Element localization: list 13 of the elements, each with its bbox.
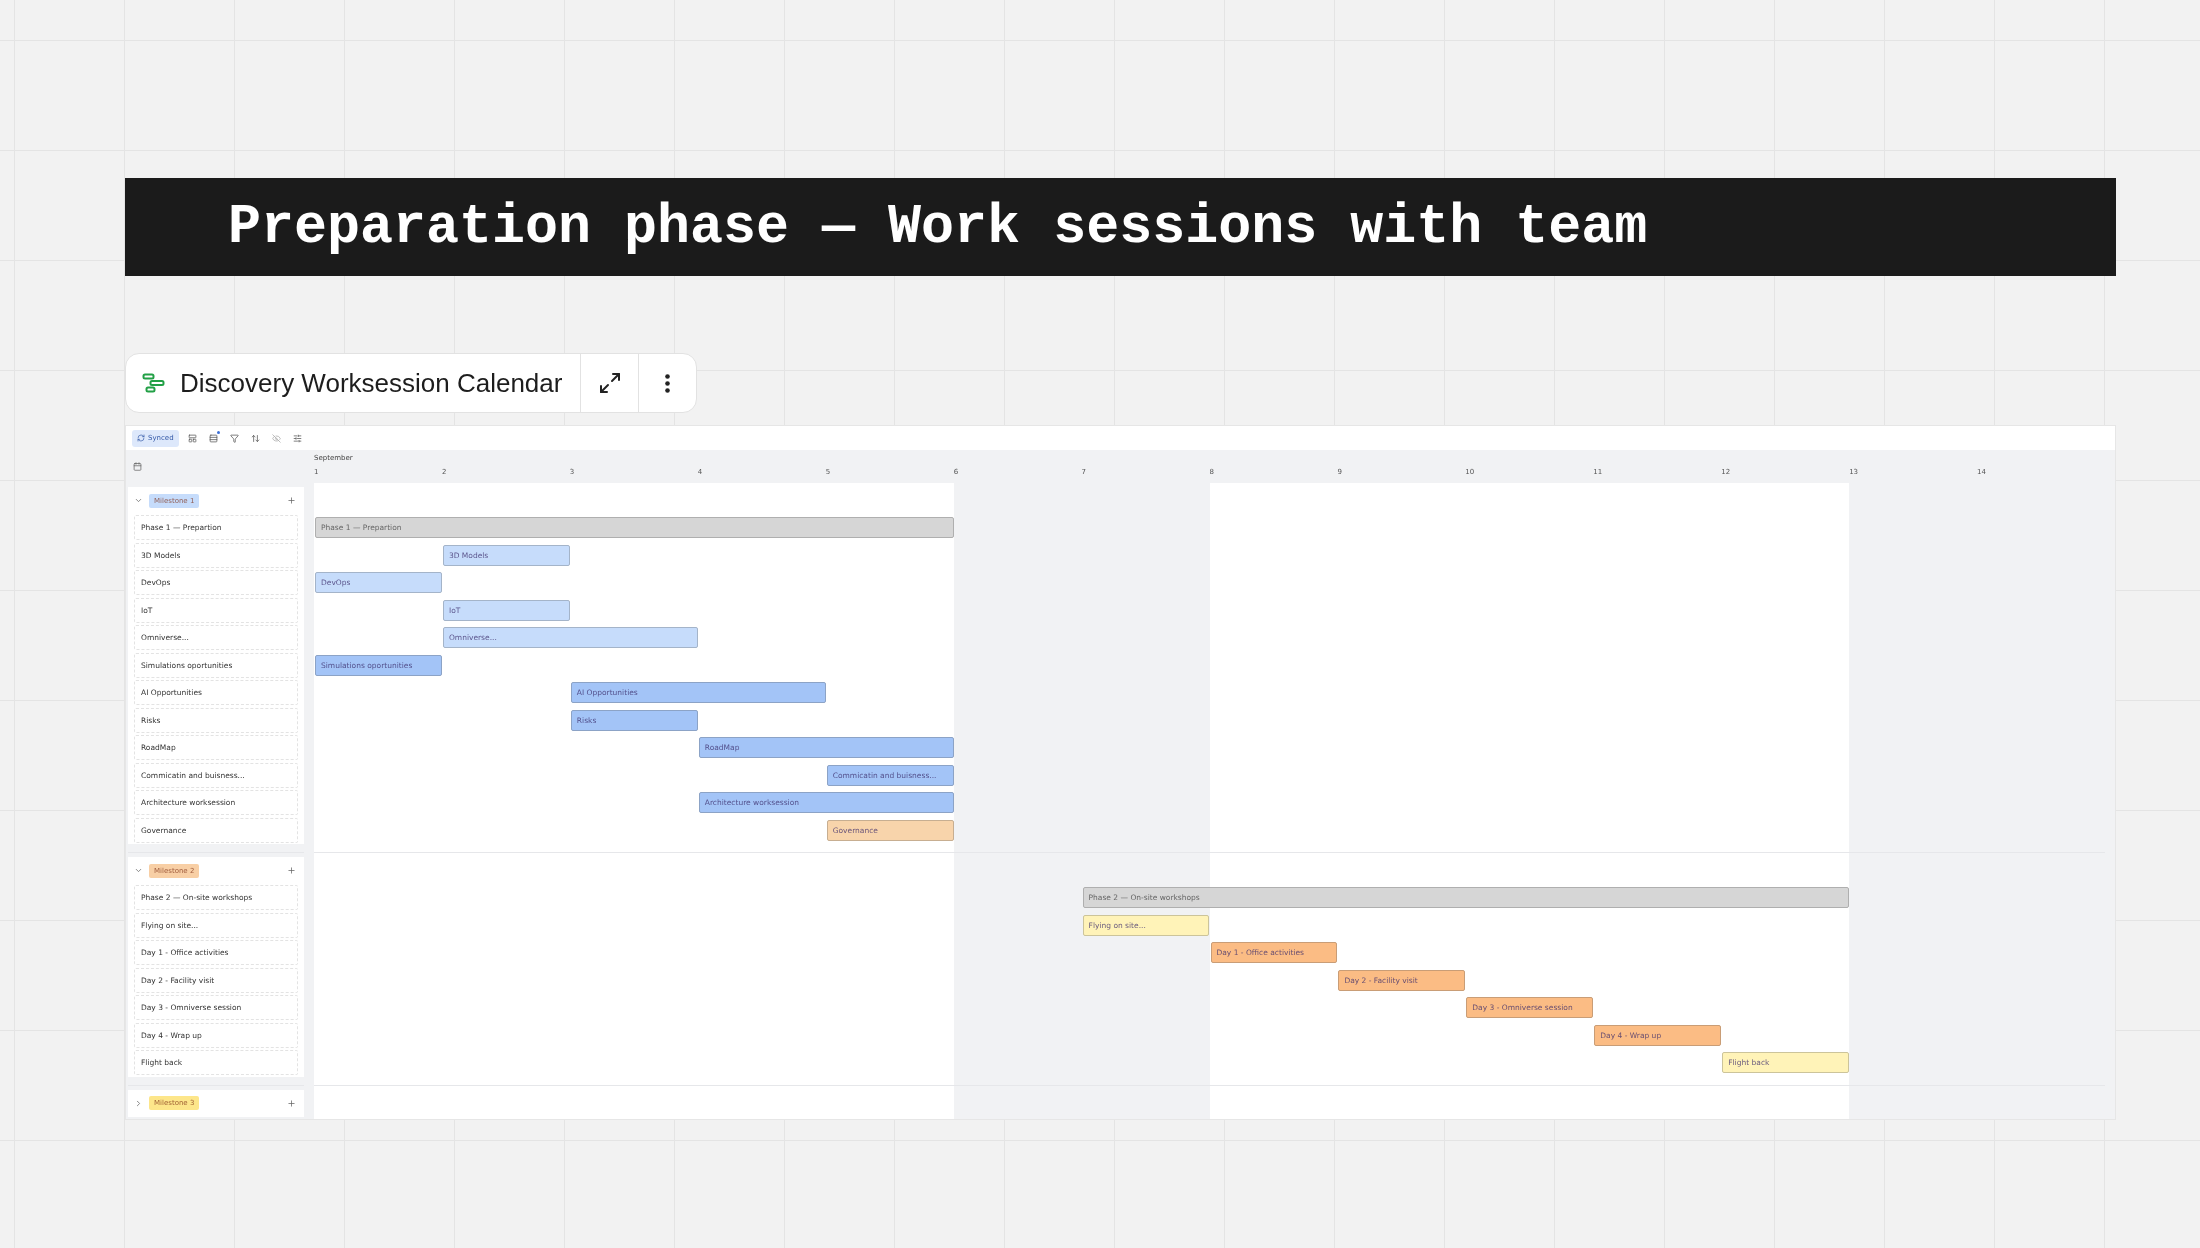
add-icon[interactable]: [287, 866, 296, 875]
add-icon[interactable]: [287, 496, 296, 505]
gantt-icon: [142, 373, 166, 393]
collapse-chevron-icon[interactable]: [134, 496, 143, 505]
more-icon: [665, 373, 671, 393]
card-title: Discovery Worksession Calendar: [180, 367, 563, 399]
add-icon[interactable]: [287, 1098, 296, 1108]
refresh-icon: [137, 434, 145, 442]
expand-chevron-icon[interactable]: [134, 1098, 143, 1108]
collapse-chevron-icon[interactable]: [134, 866, 143, 875]
calendar-icon[interactable]: [133, 462, 142, 471]
banner-title: Preparation phase — Work sessions with team: [228, 195, 1648, 259]
expand-icon: [597, 371, 622, 395]
